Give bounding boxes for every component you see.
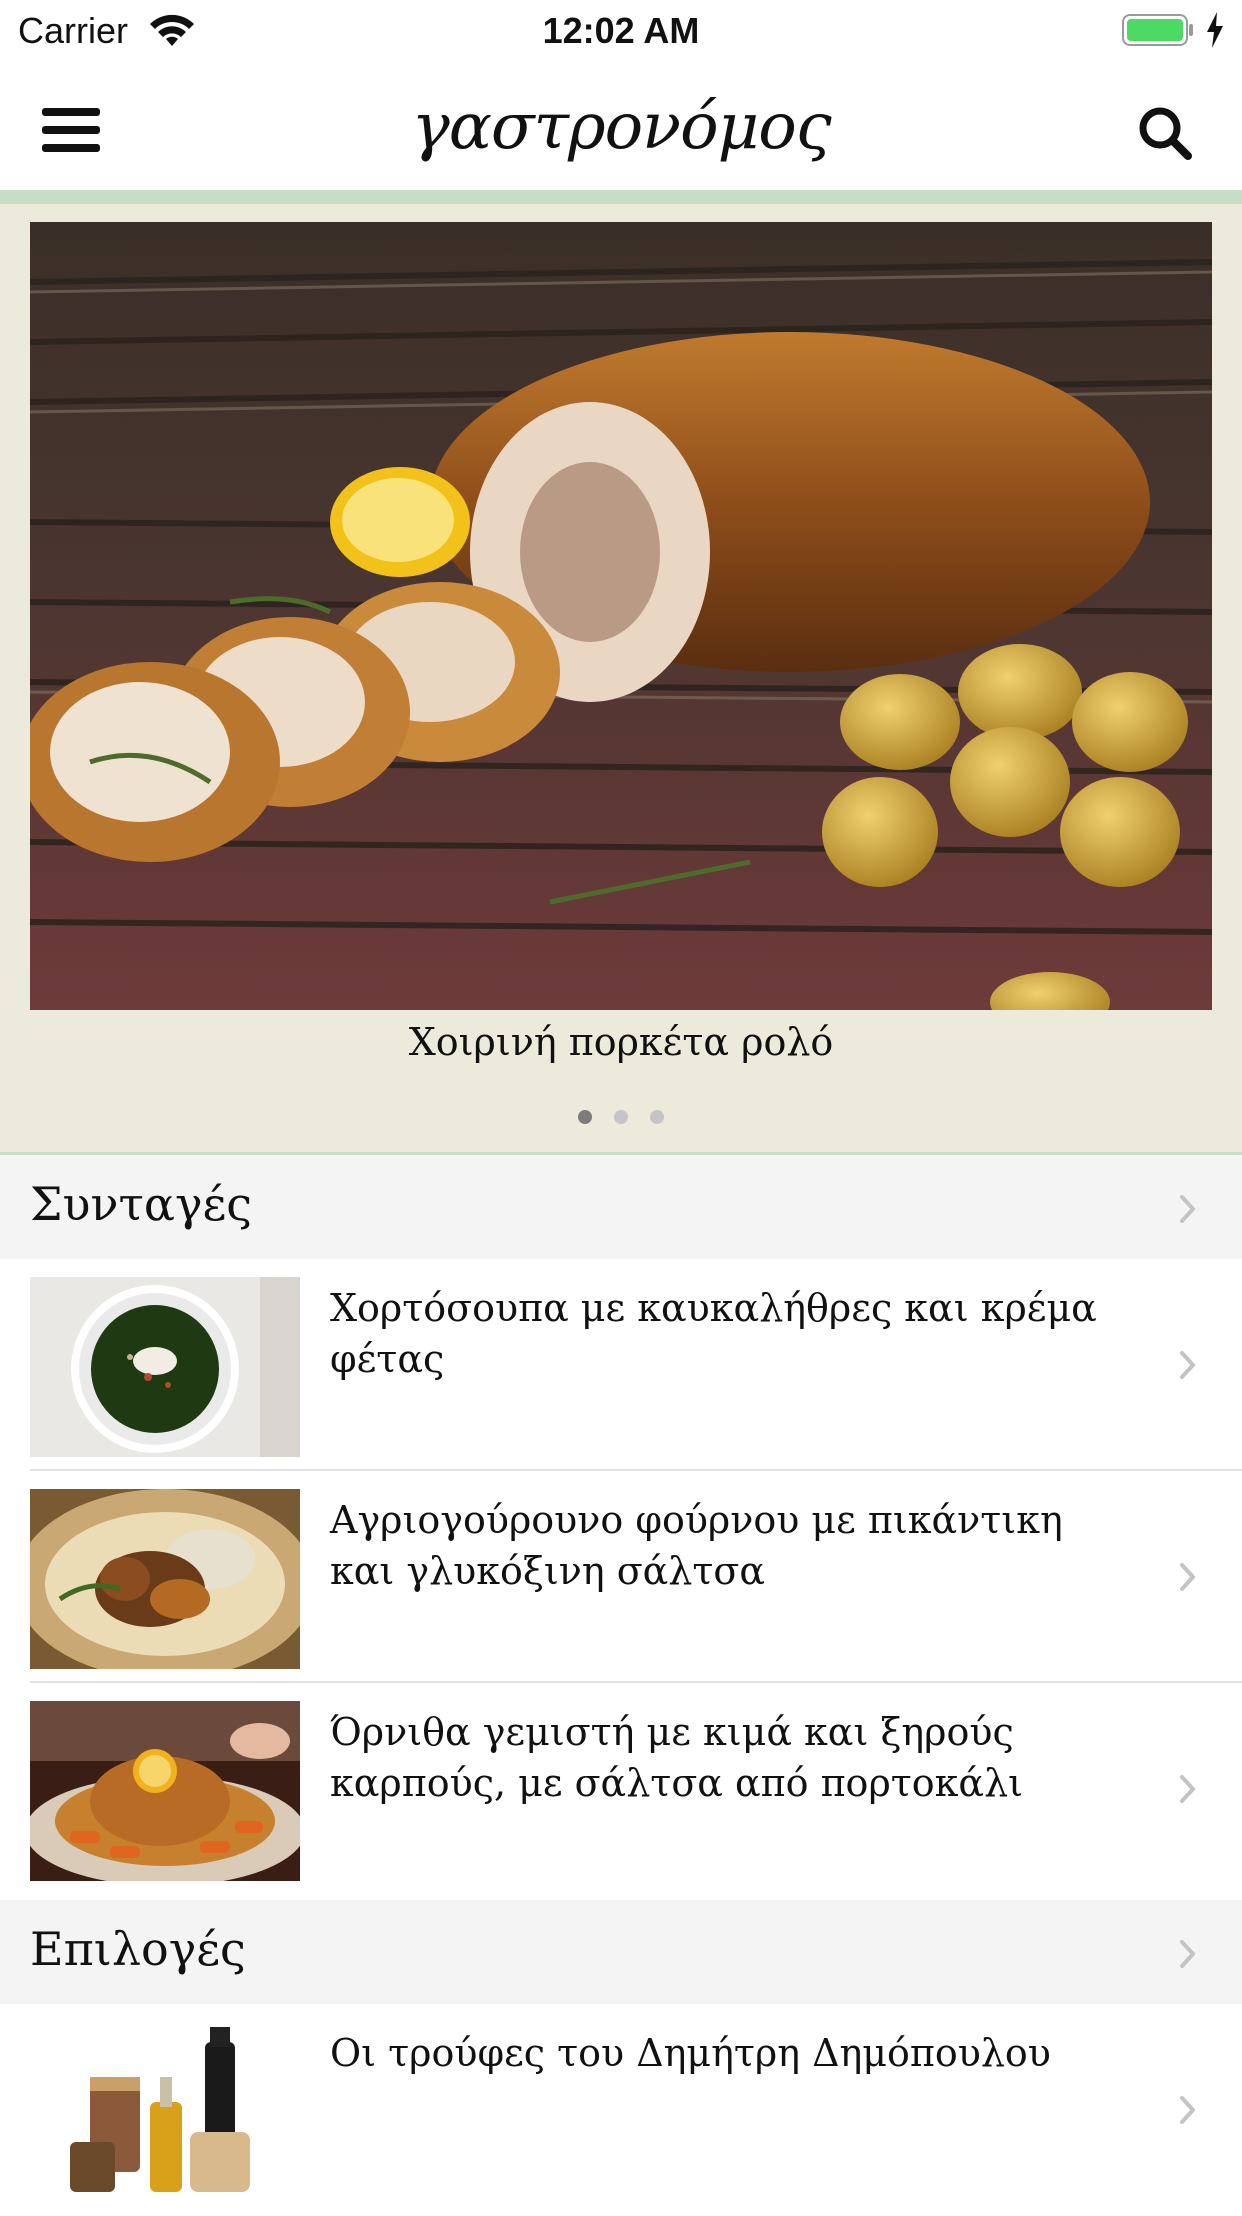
- chevron-right-icon: [1180, 1940, 1195, 1968]
- chevron-right-icon: [1180, 1195, 1195, 1223]
- hero-image-porchetta[interactable]: [30, 222, 1212, 1010]
- thumbnail-truffle-jars: [30, 2022, 300, 2202]
- clock: 12:02 AM: [542, 10, 700, 51]
- section-title: Επιλογές: [30, 1922, 246, 1976]
- thumbnail-stuffed-chicken: [30, 1701, 300, 1881]
- app-logo: γαστρονόμος: [411, 90, 831, 164]
- list-item[interactable]: Οι τρούφες του Δημήτρη Δημόπουλου: [0, 2004, 1242, 2216]
- status-bar: Carrier 12:02 AM: [0, 0, 1242, 62]
- chevron-right-icon: [1180, 1775, 1195, 1803]
- chevron-right-icon: [1180, 1563, 1195, 1591]
- carousel-caption[interactable]: Χοιρινή πορκέτα ρολό: [0, 1020, 1242, 1064]
- recipe-title: Χορτόσουπα με καυκαλήθρες και κρέμα φέτα…: [330, 1286, 1097, 1381]
- list-item[interactable]: Όρνιθα γεμιστή με κιμά και ξηρούς καρπού…: [0, 1683, 1242, 1895]
- thumbnail-roast-boar: [30, 1489, 300, 1669]
- chevron-right-icon: [1180, 1351, 1195, 1379]
- recipe-title: Όρνιθα γεμιστή με κιμά και ξηρούς καρπού…: [330, 1710, 1024, 1805]
- carousel-page-indicator[interactable]: [0, 1110, 1242, 1129]
- page-dot-3[interactable]: [650, 1110, 665, 1124]
- thumbnail-green-soup: [30, 1277, 300, 1457]
- navigation-bar: γαστρονόμος: [0, 62, 1242, 190]
- chevron-right-icon: [1180, 2096, 1195, 2124]
- charging-bolt-icon: [1207, 12, 1223, 48]
- nav-accent-bar: [0, 190, 1242, 204]
- page-dot-1[interactable]: [577, 1110, 592, 1124]
- battery-icon: [1122, 14, 1193, 46]
- section-header-recipes[interactable]: Συνταγές: [0, 1155, 1242, 1259]
- recipe-title: Αγριογούρουνο φούρνου με πικάντικη και γ…: [330, 1498, 1063, 1593]
- list-item[interactable]: Αγριογούρουνο φούρνου με πικάντικη και γ…: [0, 1471, 1242, 1683]
- search-icon[interactable]: [1136, 104, 1194, 162]
- page-dot-2[interactable]: [614, 1110, 628, 1124]
- featured-carousel[interactable]: Χοιρινή πορκέτα ρολό: [0, 204, 1242, 1152]
- section-header-picks[interactable]: Επιλογές: [0, 1900, 1242, 2004]
- section-title: Συνταγές: [30, 1177, 253, 1231]
- list-item[interactable]: Χορτόσουπα με καυκαλήθρες και κρέμα φέτα…: [0, 1259, 1242, 1471]
- recipe-title: Οι τρούφες του Δημήτρη Δημόπουλου: [330, 2031, 1051, 2075]
